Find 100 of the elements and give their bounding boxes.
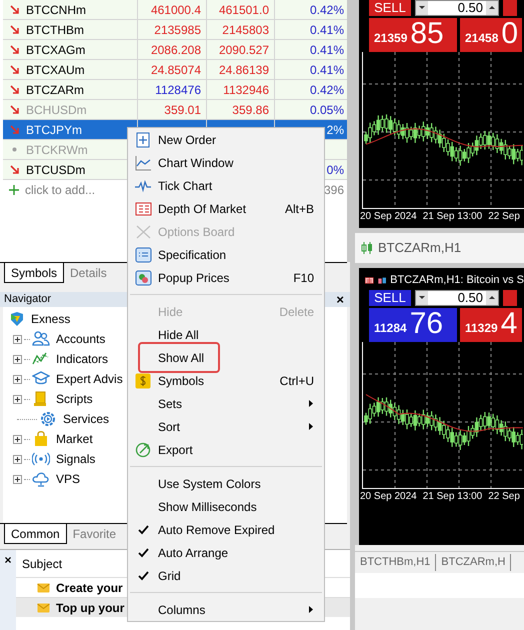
menu-item[interactable]: Export xyxy=(128,438,324,461)
price-digits: 21458 xyxy=(465,30,498,47)
up-caret-icon[interactable] xyxy=(486,1,498,15)
menu-item[interactable]: Chart Window xyxy=(128,151,324,174)
expand-icon[interactable] xyxy=(13,394,22,404)
close-button[interactable]: × xyxy=(4,554,12,566)
sell-button[interactable]: SELL xyxy=(369,0,411,16)
close-button[interactable]: × xyxy=(336,293,344,306)
gear-icon xyxy=(39,410,57,428)
down-caret-icon[interactable] xyxy=(416,1,428,15)
price-cell-text: 359.86 xyxy=(232,102,269,118)
tab[interactable]: Details xyxy=(64,263,113,283)
buy-price-button[interactable]: 21458 0 xyxy=(460,18,522,52)
expand-icon[interactable] xyxy=(13,374,22,384)
person-group-icon xyxy=(32,330,50,348)
symbol-name[interactable]: BTCCNHm xyxy=(26,0,86,18)
down-caret-icon[interactable] xyxy=(416,291,428,305)
menu-item[interactable]: Depth Of Market Alt+B xyxy=(128,197,324,220)
menu-item[interactable]: Auto Arrange xyxy=(128,541,324,564)
expand-icon[interactable] xyxy=(13,334,22,344)
sell-button[interactable]: SELL xyxy=(369,290,411,306)
axis-label: 21 Sep 13:00 xyxy=(422,490,482,504)
menu-item[interactable]: Show Milliseconds xyxy=(128,495,324,518)
tab[interactable]: Common xyxy=(4,524,67,544)
sell-price-button[interactable]: 21359 85 xyxy=(369,18,457,52)
down-arrow-icon xyxy=(9,124,20,135)
plus-icon xyxy=(8,184,20,196)
envelope-icon xyxy=(37,582,50,594)
tree-item[interactable]: VPS xyxy=(56,470,80,488)
message-subject[interactable]: Top up your xyxy=(56,598,124,616)
menu-item[interactable]: Symbols Ctrl+U xyxy=(128,369,324,392)
tab[interactable]: Favorite xyxy=(66,524,122,544)
price-cell-text: 1128476 xyxy=(155,82,201,98)
change-cell-text: 0.41% xyxy=(310,22,344,38)
change-cell-text: 0.41% xyxy=(310,42,344,58)
menu-item[interactable]: Show All xyxy=(128,346,324,369)
symbol-name[interactable]: BTCZARm xyxy=(26,80,84,98)
axis-label: 22 Sep xyxy=(488,490,520,504)
message-subject[interactable]: Create your xyxy=(56,578,123,596)
down-arrow-icon xyxy=(9,84,20,95)
up-caret-icon[interactable] xyxy=(486,291,498,305)
expand-icon[interactable] xyxy=(13,354,22,364)
tree-item[interactable]: Expert Advis xyxy=(56,370,123,388)
symbol-name[interactable]: BTCJPYm xyxy=(26,120,82,138)
lot-size-field[interactable]: 0.50 xyxy=(415,0,499,16)
symbol-name[interactable]: BTCTHBm xyxy=(26,20,84,38)
tree-item[interactable]: Exness xyxy=(31,310,70,328)
chart-title: BTCZARm,H1: Bitcoin vs S xyxy=(390,272,524,288)
lot-size-field[interactable]: 0.50 xyxy=(415,290,499,306)
price-cell-text: 359.01 xyxy=(164,102,201,118)
change-cell-text: 0% xyxy=(326,162,344,178)
axis-label: 20 Sep 2024 xyxy=(360,210,417,224)
down-arrow-icon xyxy=(9,4,20,15)
price-big-digits: 4 xyxy=(500,308,518,340)
menu-item[interactable]: Sort xyxy=(128,415,324,438)
expand-icon[interactable] xyxy=(13,474,22,484)
tab[interactable]: BTCTHBm,H1 xyxy=(355,554,436,571)
menu-item[interactable]: Specification xyxy=(128,243,324,266)
price-big-digits: 85 xyxy=(410,18,444,50)
broadcast-icon xyxy=(32,450,50,468)
logo-icon xyxy=(9,311,25,327)
tree-item[interactable]: Signals xyxy=(56,450,96,468)
menu-item[interactable]: Popup Prices F10 xyxy=(128,266,324,289)
tree-item[interactable]: Scripts xyxy=(56,390,93,408)
tree-item[interactable]: Market xyxy=(56,430,93,448)
menu-item[interactable]: Sets xyxy=(128,392,324,415)
plus-document-icon xyxy=(134,132,152,148)
tab[interactable]: BTCZARm,H xyxy=(436,554,512,571)
menu-item[interactable]: Tick Chart xyxy=(128,174,324,197)
bars-icon[interactable] xyxy=(378,274,386,286)
buy-price-button[interactable]: 11329 4 xyxy=(460,308,522,342)
change-cell-text: 0.42% xyxy=(310,2,344,18)
sell-price-button[interactable]: 11284 76 xyxy=(369,308,457,342)
table-icon[interactable] xyxy=(365,274,374,286)
candle-icon xyxy=(361,240,373,256)
symbol-name[interactable]: BTCXAUm xyxy=(26,60,85,78)
menu-item[interactable]: Columns xyxy=(128,598,324,621)
menu-item[interactable]: Use System Colors xyxy=(128,472,324,495)
envelope-icon xyxy=(37,602,50,614)
expand-icon[interactable] xyxy=(13,434,22,444)
tree-item[interactable]: Accounts xyxy=(56,330,106,348)
menu-item[interactable]: Grid xyxy=(128,564,324,587)
price-digits: 11284 xyxy=(374,320,407,337)
tree-item[interactable]: Services xyxy=(63,410,110,428)
symbol-name[interactable]: BTCXAGm xyxy=(26,40,86,58)
tree-item[interactable]: Indicators xyxy=(56,350,108,368)
add-symbol-link[interactable]: click to add... xyxy=(25,181,96,199)
menu-item[interactable]: New Order xyxy=(128,128,324,151)
axis-label: 21 Sep 13:00 xyxy=(422,210,482,224)
symbol-name[interactable]: BTCUSDm xyxy=(26,160,86,178)
column-header[interactable]: Subject xyxy=(22,554,62,572)
tab[interactable]: Symbols xyxy=(4,263,64,283)
shopping-bag-icon xyxy=(32,430,50,448)
price-big-digits: 0 xyxy=(501,18,518,50)
menu-item[interactable]: Auto Remove Expired xyxy=(128,518,324,541)
down-arrow-icon xyxy=(9,44,20,55)
expand-icon[interactable] xyxy=(13,454,22,464)
menu-item[interactable]: Hide All xyxy=(128,323,324,346)
down-arrow-icon xyxy=(9,64,20,75)
change-cell-text: 0.42% xyxy=(310,82,344,98)
